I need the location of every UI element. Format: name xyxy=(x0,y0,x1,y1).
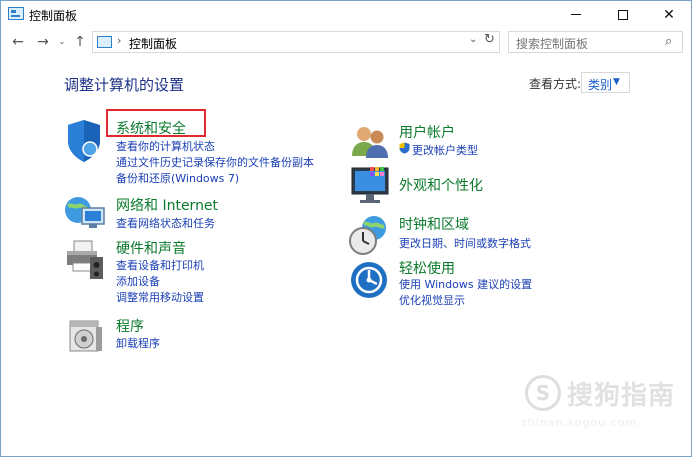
title-bar: 控制面板 ✕ xyxy=(1,1,691,28)
control-panel-address-icon xyxy=(97,36,112,48)
link-view-computer-status[interactable]: 查看你的计算机状态 xyxy=(116,138,215,154)
view-by-label: 查看方式: xyxy=(529,77,582,91)
link-mobility-settings[interactable]: 调整常用移动设置 xyxy=(116,289,204,305)
link-windows-recommended-settings[interactable]: 使用 Windows 建议的设置 xyxy=(399,276,532,292)
category-network-internet[interactable]: 网络和 Internet xyxy=(116,195,218,215)
control-panel-app-icon xyxy=(8,7,24,20)
clock-globe-icon[interactable] xyxy=(348,214,388,255)
link-optimize-visual-display[interactable]: 优化视觉显示 xyxy=(399,292,465,308)
category-appearance-personalization[interactable]: 外观和个性化 xyxy=(399,175,483,195)
view-by-select[interactable]: 类别 ▼ xyxy=(581,72,630,93)
address-bar[interactable]: › 控制面板 ⌄ ↻ xyxy=(92,31,500,53)
link-devices-printers[interactable]: 查看设备和打印机 xyxy=(116,257,204,273)
shield-icon[interactable] xyxy=(64,119,104,162)
category-ease-of-access[interactable]: 轻松使用 xyxy=(399,258,455,278)
users-icon[interactable] xyxy=(350,124,390,164)
category-programs[interactable]: 程序 xyxy=(116,316,144,336)
link-view-network-status[interactable]: 查看网络状态和任务 xyxy=(116,215,215,231)
watermark: S 搜狗指南 zhinan.sogou.com xyxy=(521,369,681,429)
monitor-palette-icon[interactable] xyxy=(350,165,390,205)
link-uninstall-program[interactable]: 卸载程序 xyxy=(116,335,160,351)
search-box[interactable]: 搜索控制面板 ⌕ xyxy=(508,31,683,53)
view-by-value: 类别 xyxy=(588,78,613,92)
maximize-button[interactable] xyxy=(600,1,646,28)
printer-speaker-icon[interactable] xyxy=(64,239,104,279)
recent-locations-button[interactable]: ⌄ xyxy=(56,32,68,52)
programs-disc-icon[interactable] xyxy=(66,315,106,355)
link-change-date-time-format[interactable]: 更改日期、时间或数字格式 xyxy=(399,235,531,251)
highlight-box xyxy=(106,109,206,137)
window-title: 控制面板 xyxy=(29,9,78,23)
close-icon: ✕ xyxy=(663,6,675,23)
watermark-url: zhinan.sogou.com xyxy=(521,416,638,429)
maximize-icon xyxy=(618,9,628,20)
uac-shield-icon xyxy=(399,142,410,154)
minimize-button[interactable] xyxy=(553,1,599,28)
watermark-text: 搜狗指南 xyxy=(567,381,676,411)
page-title: 调整计算机的设置 xyxy=(64,76,185,94)
link-add-device[interactable]: 添加设备 xyxy=(116,273,160,289)
category-clock-region[interactable]: 时钟和区域 xyxy=(399,214,469,234)
search-icon[interactable]: ⌕ xyxy=(665,34,672,49)
up-button[interactable]: ↑ xyxy=(71,32,89,52)
navigation-bar: ← → ⌄ ↑ › 控制面板 ⌄ ↻ 搜索控制面板 ⌕ xyxy=(1,28,691,56)
control-panel-window: 控制面板 ✕ ← → ⌄ ↑ › 控制面板 ⌄ ↻ 搜索控制面板 ⌕ 调整计算机… xyxy=(0,0,692,457)
breadcrumb-chevron-icon[interactable]: › xyxy=(117,34,121,47)
network-globe-icon[interactable] xyxy=(64,194,105,234)
close-button[interactable]: ✕ xyxy=(646,1,692,28)
minimize-icon xyxy=(571,14,581,15)
back-button[interactable]: ← xyxy=(9,32,27,52)
category-hardware-sound[interactable]: 硬件和声音 xyxy=(116,238,186,258)
sogou-logo-icon: S xyxy=(525,375,561,411)
link-change-account-type[interactable]: 更改帐户类型 xyxy=(412,142,478,158)
address-dropdown-icon[interactable]: ⌄ xyxy=(469,34,477,45)
category-user-accounts[interactable]: 用户帐户 xyxy=(399,122,455,142)
ease-of-access-icon[interactable] xyxy=(349,260,389,300)
search-input[interactable]: 搜索控制面板 xyxy=(516,35,588,52)
refresh-icon[interactable]: ↻ xyxy=(484,32,495,47)
link-backup-restore[interactable]: 备份和还原(Windows 7) xyxy=(116,170,239,186)
forward-button[interactable]: → xyxy=(34,32,52,52)
link-file-history-backup[interactable]: 通过文件历史记录保存你的文件备份副本 xyxy=(116,154,314,170)
dropdown-caret-icon: ▼ xyxy=(613,77,620,87)
breadcrumb-control-panel[interactable]: 控制面板 xyxy=(129,35,177,52)
